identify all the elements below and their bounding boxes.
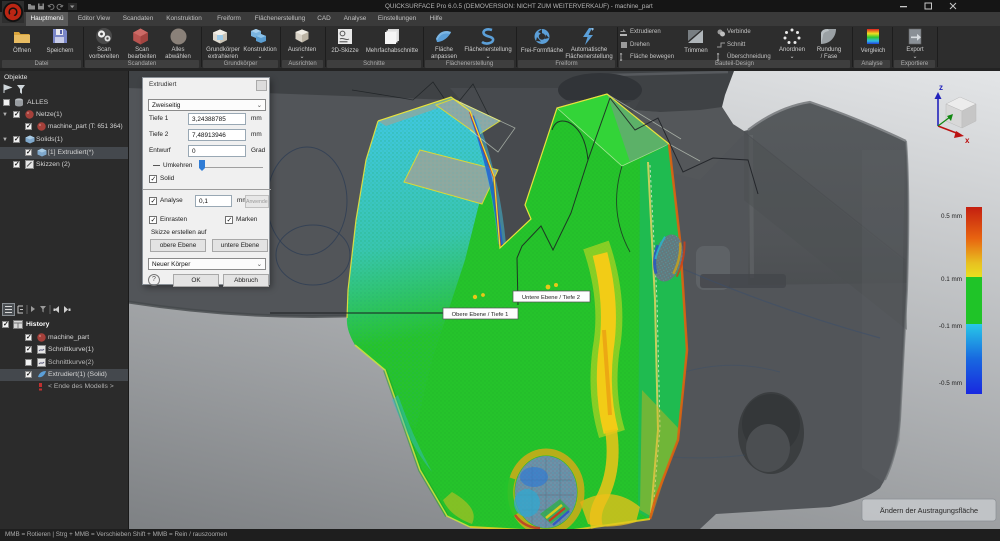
svg-text:0.1 mm: 0.1 mm: [941, 276, 962, 283]
svg-text:x: x: [965, 136, 970, 145]
svg-text:Untere Ebene / Tiefe 2: Untere Ebene / Tiefe 2: [522, 295, 580, 301]
svg-text:-0.1 mm: -0.1 mm: [939, 323, 962, 330]
svg-text:0.5 mm: 0.5 mm: [941, 213, 962, 220]
svg-text:z: z: [939, 83, 943, 92]
svg-text:Ändern der Austragungsfläche: Ändern der Austragungsfläche: [880, 506, 978, 515]
svg-text:Obere Ebene / Tiefe 1: Obere Ebene / Tiefe 1: [452, 312, 509, 318]
svg-text:-0.5 mm: -0.5 mm: [939, 380, 962, 387]
